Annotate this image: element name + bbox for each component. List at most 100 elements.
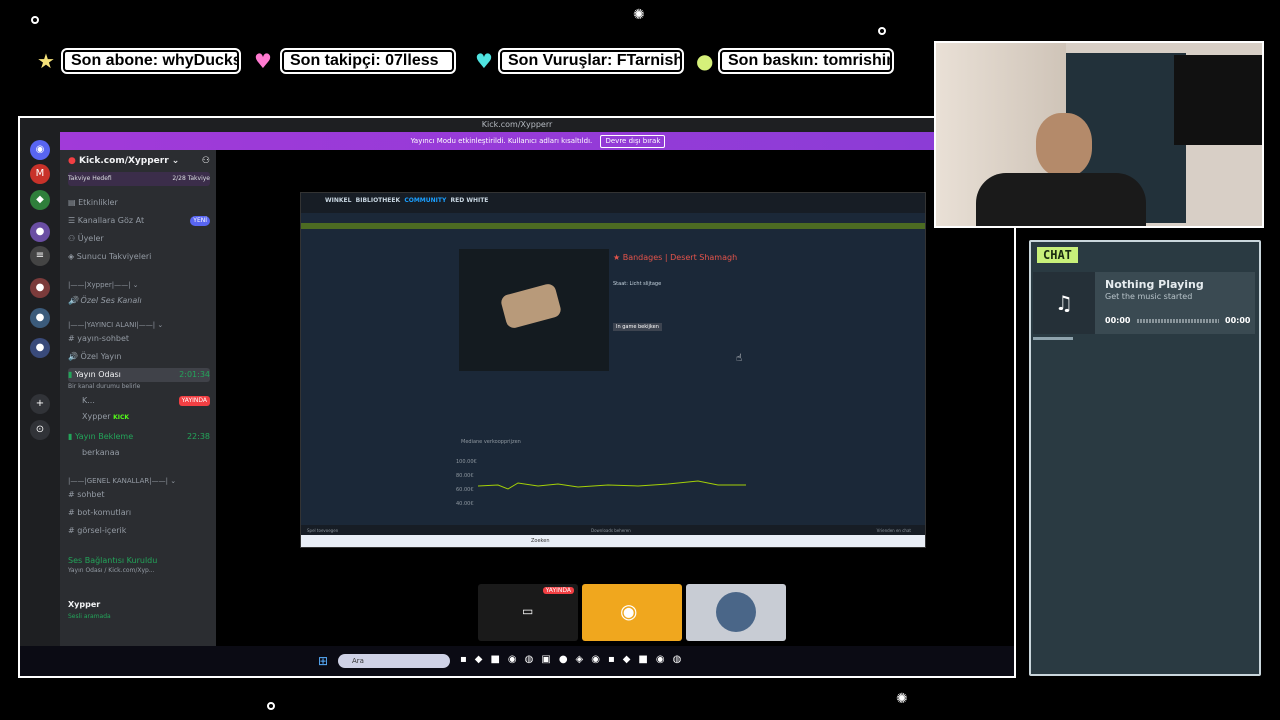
time-total: 00:00	[1225, 316, 1251, 325]
tick-label: 80.00€	[456, 473, 474, 479]
price-line	[478, 480, 746, 490]
user-name: berkanaa	[82, 448, 120, 457]
mouse-cursor-icon: ☝	[736, 353, 743, 364]
menu-members[interactable]: ⚇ Üyeler	[68, 232, 210, 246]
heart-icon: ♥	[254, 49, 272, 73]
boost-goal[interactable]: Takviye Hedefi 2/28 Takviye	[68, 172, 210, 186]
server-header[interactable]: ● Kick.com/Xypperr ⌄ ⚇	[68, 154, 210, 168]
sparkle-dot	[31, 16, 39, 24]
explore-icon[interactable]: ⊙	[30, 420, 50, 440]
category-general[interactable]: |——|GENEL KANALLAR|——| ⌄	[68, 474, 210, 488]
channel-private-stream[interactable]: 🔊 Özel Yayın	[68, 350, 210, 364]
sparkle-dot	[267, 702, 275, 710]
live-badge: YAYINDA	[178, 396, 210, 406]
taskbar-apps-icon[interactable]: ▪◆■◉◍▣●◈◉▪◆■◉◍	[460, 654, 689, 665]
add-server-icon[interactable]: +	[30, 394, 50, 414]
channel-label: sohbet	[77, 490, 105, 499]
kick-badge: KICK	[113, 414, 130, 421]
discord-home-icon[interactable]: ◉	[30, 140, 50, 160]
channel-sidebar: ● Kick.com/Xypperr ⌄ ⚇ Takviye Hedefi 2/…	[60, 150, 216, 676]
widget-progress	[1033, 337, 1073, 340]
music-progress-track	[1137, 319, 1219, 323]
orb-icon: ●	[696, 49, 714, 73]
category-streamer[interactable]: |——|YAYINCI ALANI|——| ⌄	[68, 318, 210, 332]
user-name: Xypper	[68, 600, 101, 609]
channel-label: Özel Yayın	[80, 352, 122, 361]
item-image	[459, 249, 609, 371]
voice-channel-path: Yayın Odası / Kick.com/Xyp...	[68, 567, 155, 574]
taskbar-search[interactable]: Ara	[338, 654, 450, 668]
channel-label: bot-komutları	[77, 508, 132, 517]
server-icon[interactable]: ●	[30, 278, 50, 298]
chat-label: CHAT	[1037, 247, 1078, 263]
banner-text: Yayıncı Modu etkinleştirildi. Kullanıcı …	[410, 137, 593, 145]
live-badge: YAYINDA	[542, 587, 574, 594]
boost-goal-label: Takviye Hedefi	[68, 175, 112, 182]
view-in-game-button[interactable]: In game bekijken	[613, 323, 662, 331]
add-game-link[interactable]: Spel toevoegen	[307, 528, 338, 533]
taskbar: ⊞ Ara ▪◆■◉◍▣●◈◉▪◆■◉◍	[20, 646, 1014, 676]
server-icon[interactable]: ●	[30, 338, 50, 358]
invite-icon[interactable]: ⚇	[202, 154, 210, 168]
music-note-icon: ♫	[1033, 272, 1095, 334]
win-search[interactable]: Zoeken	[531, 538, 550, 544]
menu-browse-channels[interactable]: ☰ Kanallara Göz At YENİ	[68, 214, 210, 228]
window-title: Kick.com/Xypperr	[481, 120, 553, 129]
stream-view: WINKEL BIBLIOTHEEK COMMUNITY RED WHITE ★…	[216, 150, 1014, 676]
discord-logo-icon: ◉	[620, 599, 638, 623]
channel-visual[interactable]: # görsel-içerik	[68, 524, 210, 538]
sparkle-icon: ✺	[896, 691, 908, 707]
voice-user[interactable]: Xypper KICK	[68, 410, 210, 424]
channel-label: Özel Ses Kanalı	[80, 296, 142, 305]
star-icon: ★	[37, 49, 55, 73]
voice-user[interactable]: berkanaa	[68, 446, 210, 460]
server-list: ◉ M ◆ ● ≡ ● ● ● + ⊙	[20, 132, 60, 676]
menu-label: Kanallara Göz At	[77, 216, 145, 225]
server-icon[interactable]: ◆	[30, 190, 50, 210]
channel-status[interactable]: Bir kanal durumu belirle	[68, 380, 210, 394]
steam-nav-store[interactable]: WINKEL	[325, 197, 351, 204]
server-name: Kick.com/Xypperr	[79, 156, 169, 166]
server-icon[interactable]: M	[30, 164, 50, 184]
channel-waiting[interactable]: ▮ Yayın Bekleme 22:38	[68, 430, 210, 444]
music-widget: ♫ Nothing Playing Get the music started …	[1033, 272, 1255, 334]
channel-stream-chat[interactable]: # yayın-sohbet	[68, 332, 210, 346]
friends-chat-link[interactable]: Vrienden en chat	[877, 528, 911, 533]
steam-nav-community[interactable]: COMMUNITY	[404, 197, 446, 204]
discord-tile[interactable]: ◉	[582, 584, 682, 641]
chart-label: Mediane verkoopprijzen	[461, 439, 521, 445]
downloads-link[interactable]: Downloads beheren	[591, 528, 631, 533]
category-xypper[interactable]: |——|Xypper|——| ⌄	[68, 278, 210, 292]
window-titlebar: Kick.com/Xypperr	[20, 118, 1014, 132]
price-chart: 100.00€ 80.00€ 60.00€ 40.00€	[456, 451, 746, 521]
disable-streamer-mode-button[interactable]: Devre dışı bırak	[600, 135, 666, 148]
time-elapsed: 00:00	[1105, 316, 1131, 325]
steam-strip	[301, 223, 925, 229]
webcam-feed	[934, 41, 1264, 228]
channel-timer: 22:38	[186, 432, 210, 441]
tick-label: 60.00€	[456, 487, 474, 493]
stream-tile[interactable]: YAYINDA ▭	[478, 584, 578, 641]
channel-private-voice[interactable]: 🔊 Özel Ses Kanalı	[68, 294, 210, 308]
steam-footer: Spel toevoegen Downloads beheren Vriende…	[301, 525, 925, 535]
channel-label: görsel-içerik	[77, 526, 127, 535]
channel-label: yayın-sohbet	[77, 334, 130, 343]
server-icon[interactable]: ●	[30, 222, 50, 242]
menu-boosts[interactable]: ◈ Sunucu Takviyeleri	[68, 250, 210, 264]
server-icon[interactable]: ≡	[30, 246, 50, 266]
tick-label: 100.00€	[456, 459, 477, 465]
server-icon[interactable]: ●	[30, 308, 50, 328]
windows-start-icon[interactable]: ⊞	[318, 654, 328, 668]
menu-events[interactable]: ▤ Etkinlikler	[68, 196, 210, 210]
steam-nav-library[interactable]: BIBLIOTHEEK	[356, 197, 401, 204]
user-video-tile[interactable]	[686, 584, 786, 641]
alert-last-hits: Son Vuruşlar: FTarnished	[498, 48, 702, 74]
steam-nav-profile[interactable]: RED WHITE	[451, 197, 489, 204]
shared-screen[interactable]: WINKEL BIBLIOTHEEK COMMUNITY RED WHITE ★…	[300, 192, 926, 548]
channel-chat[interactable]: # sohbet	[68, 488, 210, 502]
sparkle-dot	[878, 27, 886, 35]
boost-goal-value: 2/28 Takviye	[172, 175, 210, 182]
now-playing-sub: Get the music started	[1105, 292, 1193, 301]
channel-bot-commands[interactable]: # bot-komutları	[68, 506, 210, 520]
voice-user[interactable]: K... YAYINDA	[68, 394, 210, 408]
